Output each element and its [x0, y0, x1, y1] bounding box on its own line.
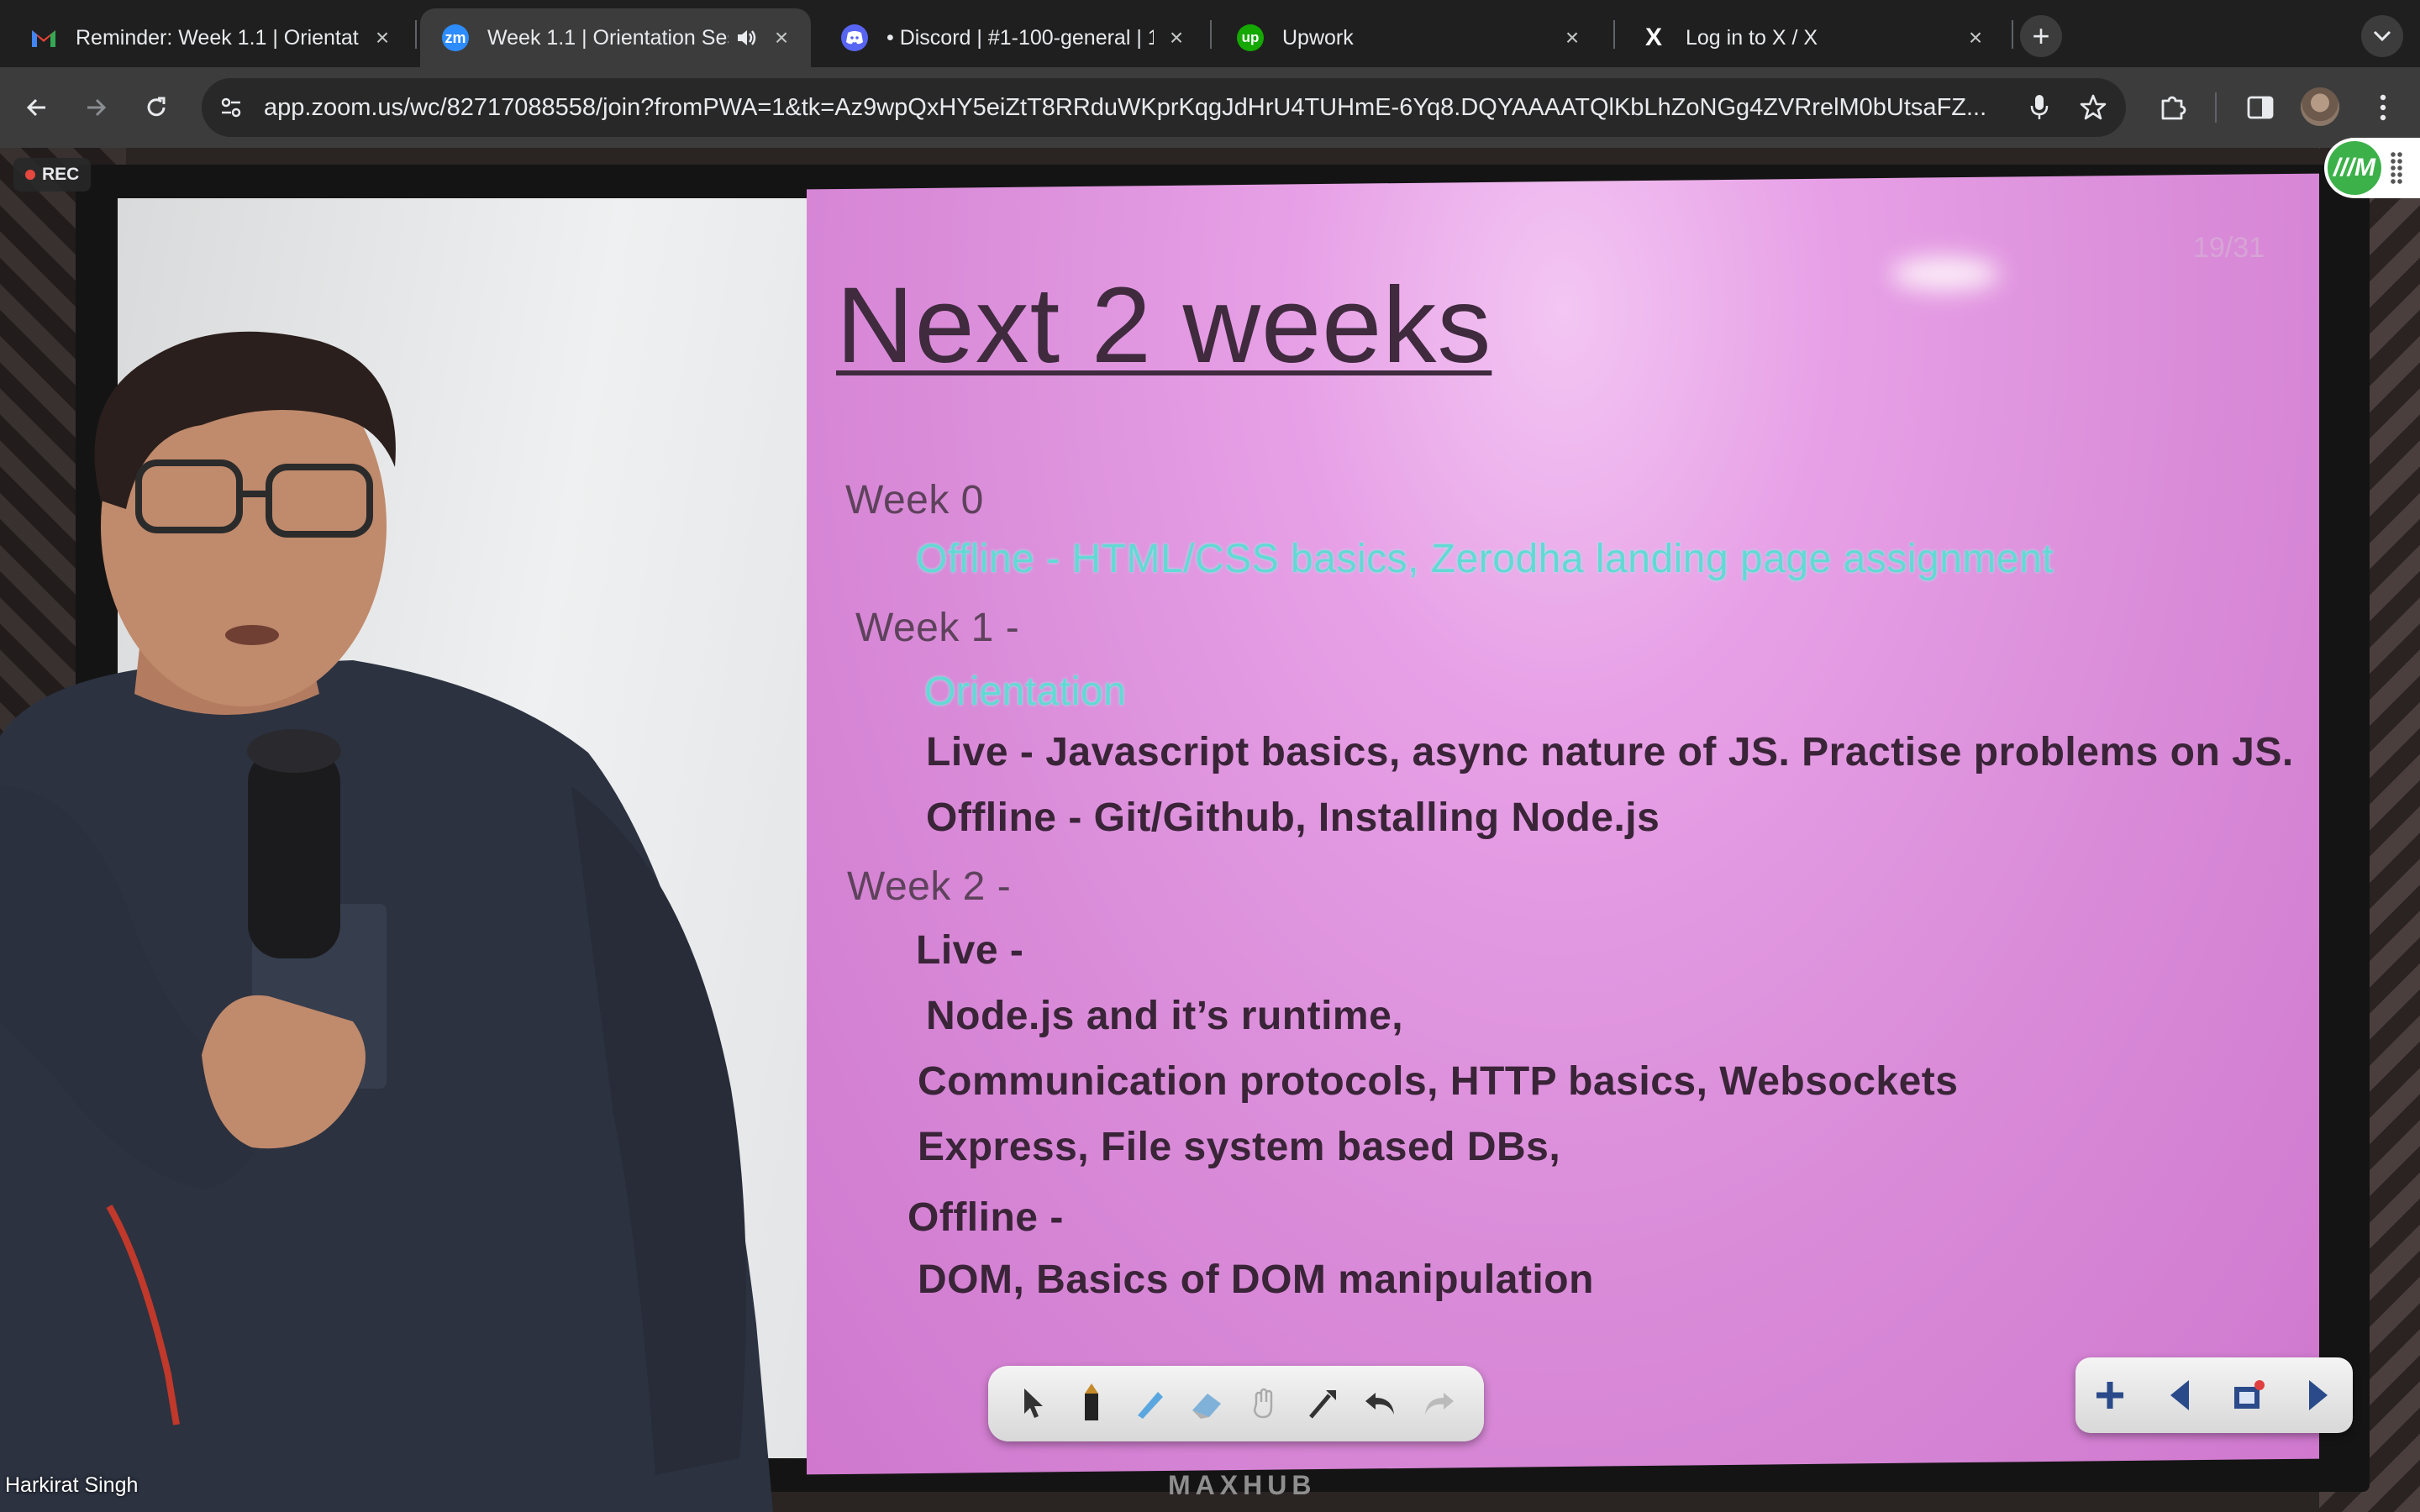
slide-line-week1: Week 1 - [855, 606, 1020, 650]
slide-line-week2-offline: Offline - [908, 1195, 1064, 1240]
x-icon: X [1644, 24, 1662, 51]
reload-button[interactable] [134, 86, 178, 129]
light-glare [1891, 257, 2000, 291]
extension-logo-icon[interactable]: ///M [2328, 141, 2381, 195]
tab-title: • Discord | #1-100-general | 1 [886, 25, 1154, 50]
discord-icon [841, 24, 868, 51]
hand-icon [1243, 1378, 1286, 1429]
slide-line-week0-offline: Offline - HTML/CSS basics, Zerodha landi… [916, 537, 2054, 581]
tab-title: Week 1.1 | Orientation Ses [487, 25, 729, 50]
slide-line-week0: Week 0 [845, 478, 984, 522]
page-overview-icon [2225, 1370, 2272, 1420]
slide-line-week2-live: Live - [916, 928, 1024, 973]
tab-title: Reminder: Week 1.1 | Orientat [76, 25, 359, 50]
tab-zoom-orientation[interactable]: zm Week 1.1 | Orientation Ses × [420, 8, 811, 67]
whiteboard-page-navigation [2075, 1357, 2353, 1433]
extensions-puzzle-icon[interactable] [2151, 86, 2195, 129]
tab-separator [1210, 20, 1212, 49]
floating-extension-widget[interactable]: ///M [2324, 138, 2420, 198]
tab-x-login[interactable]: X Log in to X / X × [1618, 8, 2005, 67]
slide-line-express: Express, File system based DBs, [918, 1125, 1561, 1169]
address-bar[interactable]: app.zoom.us/wc/82717088558/join?fromPWA=… [202, 78, 2126, 137]
slide-page-number: 19/31 [2193, 232, 2265, 264]
toolbar-divider [2215, 92, 2217, 123]
tab-gmail-reminder[interactable]: Reminder: Week 1.1 | Orientat × [8, 8, 412, 67]
pen-icon [1070, 1378, 1113, 1429]
tab-separator [415, 20, 417, 49]
slide-title: Next 2 weeks [836, 265, 1492, 386]
laser-pointer-icon [1301, 1378, 1344, 1429]
zoom-video-feed: 19/31 Next 2 weeks Week 0 Offline - HTML… [0, 148, 2420, 1512]
url-text[interactable]: app.zoom.us/wc/82717088558/join?fromPWA=… [264, 94, 2018, 122]
side-panel-icon[interactable] [2238, 86, 2282, 129]
slide-line-week2: Week 2 - [847, 864, 1012, 909]
profile-avatar[interactable] [2301, 87, 2339, 126]
recording-label: REC [42, 165, 80, 184]
eraser-icon [1186, 1378, 1229, 1429]
tab-title: Log in to X / X [1686, 25, 1818, 50]
browser-menu-icon[interactable] [2361, 86, 2405, 129]
tab-strip: Reminder: Week 1.1 | Orientat × zm Week … [0, 0, 2420, 67]
tab-search-button[interactable] [2361, 15, 2403, 57]
bookmark-star-icon[interactable] [2072, 87, 2114, 129]
zoom-icon: zm [442, 24, 469, 51]
browser-toolbar: app.zoom.us/wc/82717088558/join?fromPWA=… [0, 67, 2420, 148]
upwork-icon: up [1237, 24, 1264, 51]
next-page-icon [2295, 1370, 2342, 1420]
slide-line-protocols: Communication protocols, HTTP basics, We… [918, 1059, 1959, 1104]
gmail-icon [30, 24, 57, 51]
drag-handle-icon[interactable] [2390, 151, 2403, 185]
previous-page-icon [2156, 1370, 2203, 1420]
tab-separator [1613, 20, 1615, 49]
speaker-audio-icon[interactable] [734, 25, 759, 50]
tab-upwork[interactable]: up Upwork × [1215, 8, 1602, 67]
tab-title: Upwork [1282, 25, 1354, 50]
recording-indicator: REC [13, 158, 92, 192]
slide-line-week1-live: Live - Javascript basics, async nature o… [926, 730, 2294, 774]
site-info-icon[interactable] [210, 87, 252, 129]
close-tab-icon[interactable]: × [1164, 24, 1189, 50]
tab-separator [2012, 20, 2013, 49]
microphone-icon[interactable] [2018, 87, 2060, 129]
slide-line-week1-offline: Offline - Git/Github, Installing Node.js [926, 795, 1660, 840]
recording-dot-icon [25, 170, 35, 180]
cursor-icon [1012, 1378, 1055, 1429]
speaker-name-label: Harkirat Singh [5, 1473, 139, 1497]
undo-icon [1359, 1378, 1402, 1429]
close-tab-icon[interactable]: × [1963, 24, 1988, 50]
tab-discord[interactable]: • Discord | #1-100-general | 1 × [819, 8, 1206, 67]
forward-button[interactable] [74, 86, 118, 129]
slide-line-dom: DOM, Basics of DOM manipulation [918, 1257, 1594, 1302]
back-button[interactable] [15, 86, 59, 129]
whiteboard-annotation-toolbar [988, 1366, 1484, 1441]
add-page-icon [2086, 1370, 2133, 1420]
highlighter-icon [1128, 1378, 1171, 1429]
close-tab-icon[interactable]: × [370, 24, 395, 50]
slide-line-nodejs: Node.js and it’s runtime, [926, 994, 1404, 1038]
redo-icon [1417, 1378, 1460, 1429]
slide-line-orientation: Orientation [924, 669, 1127, 714]
close-tab-icon[interactable]: × [769, 24, 794, 50]
new-tab-button[interactable]: + [2020, 15, 2062, 57]
presenter [0, 331, 773, 1512]
close-tab-icon[interactable]: × [1560, 24, 1585, 50]
display-brand-logo: MAXHUB [1168, 1470, 1317, 1500]
